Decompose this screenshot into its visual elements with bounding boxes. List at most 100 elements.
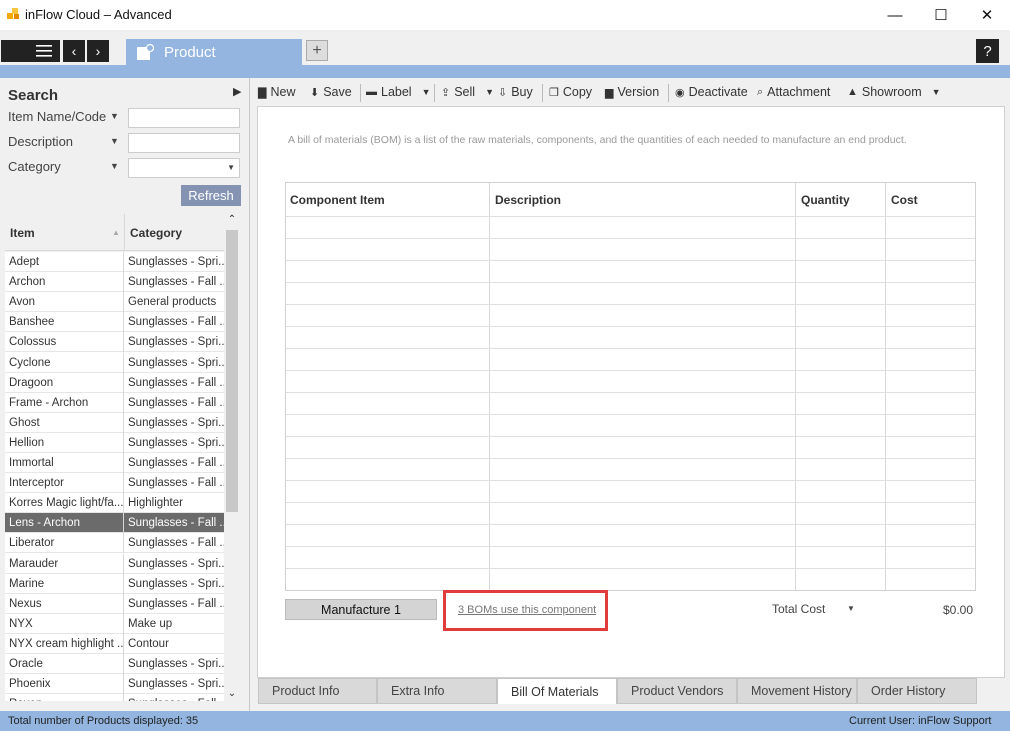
column-header-item[interactable]: Item bbox=[10, 226, 35, 240]
column-header-cost[interactable]: Cost bbox=[891, 193, 918, 207]
list-item[interactable]: Adept Sunglasses - Spri... bbox=[5, 252, 224, 272]
list-item-category: Sunglasses - Fall ... bbox=[128, 537, 224, 550]
sell-button[interactable]: ⇪ Sell ▼ bbox=[441, 85, 494, 99]
tab-product-info[interactable]: Product Info bbox=[258, 678, 377, 704]
description-dropdown-icon[interactable]: ▼ bbox=[110, 136, 119, 146]
tab-bill-of-materials[interactable]: Bill Of Materials bbox=[497, 678, 617, 704]
add-tab-button[interactable]: + bbox=[306, 40, 328, 61]
label-label: Label bbox=[381, 85, 412, 99]
list-item[interactable]: NYX cream highlight ... Contour bbox=[5, 633, 224, 654]
version-icon: ▆ bbox=[605, 86, 614, 99]
list-item[interactable]: RavenSunglasses - Fall ... bbox=[5, 694, 224, 701]
grid-row-line bbox=[286, 480, 975, 481]
deactivate-label: Deactivate bbox=[688, 85, 748, 99]
list-item[interactable]: NYX Make up bbox=[5, 613, 224, 634]
list-item[interactable]: Banshee Sunglasses - Fall ... bbox=[5, 312, 224, 333]
boms-using-component-link[interactable]: 3 BOMs use this component bbox=[458, 604, 596, 616]
bom-grid[interactable] bbox=[285, 182, 976, 591]
column-header-quantity[interactable]: Quantity bbox=[801, 193, 850, 207]
paperclip-icon: ⌕ bbox=[757, 85, 764, 98]
list-item[interactable]: Colossus Sunglasses - Spri... bbox=[5, 332, 224, 353]
grid-row-line bbox=[286, 304, 975, 305]
tab-extra-info[interactable]: Extra Info bbox=[377, 678, 497, 704]
tab-product[interactable]: Product bbox=[126, 39, 302, 65]
list-item[interactable]: Avon General products bbox=[5, 292, 224, 313]
scroll-down-icon[interactable]: ⌄ bbox=[226, 688, 238, 702]
grid-row-line bbox=[286, 326, 975, 327]
column-header-component[interactable]: Component Item bbox=[290, 193, 385, 207]
minimize-button[interactable]: — bbox=[872, 0, 918, 30]
version-button[interactable]: ▆ Version bbox=[605, 85, 659, 99]
list-item[interactable]: Liberator Sunglasses - Fall ... bbox=[5, 533, 224, 554]
category-filter-dropdown-icon[interactable]: ▼ bbox=[110, 161, 119, 171]
column-header-category[interactable]: Category bbox=[130, 226, 182, 240]
tab-movement-history[interactable]: Movement History bbox=[737, 678, 857, 704]
manufacture-button[interactable]: Manufacture 1 bbox=[285, 599, 437, 620]
help-button[interactable]: ? bbox=[976, 39, 999, 63]
forward-button[interactable]: › bbox=[87, 40, 109, 62]
main-menu-button[interactable] bbox=[1, 40, 60, 62]
list-item[interactable]: Nexus Sunglasses - Fall ... bbox=[5, 593, 224, 614]
grid-row-line bbox=[286, 524, 975, 525]
copy-button[interactable]: ❐ Copy bbox=[549, 85, 592, 99]
list-item[interactable]: Oracle Sunglasses - Spri... bbox=[5, 654, 224, 674]
new-button[interactable]: ▇ New bbox=[258, 85, 295, 99]
list-item[interactable]: Immortal Sunglasses - Fall ... bbox=[5, 453, 224, 473]
refresh-button[interactable]: Refresh bbox=[181, 185, 241, 206]
list-item[interactable]: Marauder Sunglasses - Spri... bbox=[5, 553, 224, 574]
attachment-button[interactable]: ⌕ Attachment bbox=[757, 85, 830, 99]
scroll-up-icon[interactable]: ⌃ bbox=[226, 214, 238, 228]
maximize-button[interactable]: ☐ bbox=[918, 0, 964, 30]
column-header-description[interactable]: Description bbox=[495, 193, 561, 207]
toolbar-separator bbox=[434, 84, 435, 102]
list-item-category: Sunglasses - Spri... bbox=[128, 658, 224, 670]
save-button[interactable]: ⬇ Save bbox=[310, 85, 352, 99]
list-item-category: Sunglasses - Spri... bbox=[128, 678, 224, 691]
list-item-category: Sunglasses - Fall ... bbox=[128, 477, 224, 490]
list-item[interactable]: Korres Magic light/fa... Highlighter bbox=[5, 493, 224, 514]
total-cost-dropdown-icon[interactable]: ▼ bbox=[847, 604, 855, 613]
close-button[interactable]: ✕ bbox=[964, 0, 1010, 30]
list-item[interactable]: Hellion Sunglasses - Spri... bbox=[5, 432, 224, 453]
description-input[interactable] bbox=[128, 133, 240, 153]
chevron-right-icon: › bbox=[95, 43, 101, 59]
toolbar-separator bbox=[668, 84, 669, 102]
list-item[interactable]: Ghost Sunglasses - Spri... bbox=[5, 412, 224, 433]
grid-row-line bbox=[286, 348, 975, 349]
total-cost-label: Total Cost bbox=[772, 602, 826, 616]
tab-product-vendors[interactable]: Product Vendors bbox=[617, 678, 737, 704]
label-icon: ▬ bbox=[366, 86, 377, 98]
list-item[interactable]: Cyclone Sunglasses - Spri... bbox=[5, 352, 224, 373]
scroll-thumb[interactable] bbox=[226, 230, 238, 512]
list-item[interactable]: Lens - Archon Sunglasses - Fall ... bbox=[5, 513, 224, 534]
showroom-button[interactable]: ▲ Showroom ▼ bbox=[847, 85, 941, 99]
buy-label: Buy bbox=[511, 85, 533, 99]
list-item[interactable]: Phoenix Sunglasses - Spri... bbox=[5, 674, 224, 695]
list-item-name: Avon bbox=[5, 292, 124, 313]
deactivate-button[interactable]: ◉ Deactivate bbox=[675, 85, 748, 99]
item-name-input[interactable] bbox=[128, 108, 240, 128]
list-item[interactable]: Frame - Archon Sunglasses - Fall ... bbox=[5, 392, 224, 413]
list-item[interactable]: Dragoon Sunglasses - Fall ... bbox=[5, 372, 224, 393]
list-item[interactable]: Marine Sunglasses - Spri... bbox=[5, 573, 224, 594]
chevron-left-icon: ‹ bbox=[71, 43, 77, 59]
save-label: Save bbox=[323, 85, 352, 99]
list-item[interactable]: Interceptor Sunglasses - Fall ... bbox=[5, 473, 224, 494]
item-name-dropdown-icon[interactable]: ▼ bbox=[110, 111, 119, 121]
showroom-dropdown-icon[interactable]: ▼ bbox=[932, 87, 941, 97]
collapse-panel-icon[interactable]: ▶ bbox=[233, 85, 241, 98]
label-dropdown-icon[interactable]: ▼ bbox=[422, 87, 431, 97]
label-button[interactable]: ▬ Label ▼ bbox=[366, 85, 431, 99]
save-icon: ⬇ bbox=[310, 86, 320, 99]
sell-dropdown-icon[interactable]: ▼ bbox=[485, 87, 494, 97]
back-button[interactable]: ‹ bbox=[63, 40, 85, 62]
list-item-name: Lens - Archon bbox=[5, 513, 124, 534]
deactivate-icon: ◉ bbox=[675, 86, 685, 99]
current-user-status: Current User: inFlow Support bbox=[849, 715, 992, 727]
item-name-label: Item Name/Code bbox=[8, 109, 107, 124]
list-item[interactable]: Archon Sunglasses - Fall ... bbox=[5, 272, 224, 293]
tab-order-history[interactable]: Order History bbox=[857, 678, 977, 704]
list-item-name: Phoenix bbox=[5, 674, 124, 695]
buy-button[interactable]: ⇩ Buy bbox=[498, 85, 533, 99]
category-select[interactable]: ▼ bbox=[128, 158, 240, 178]
